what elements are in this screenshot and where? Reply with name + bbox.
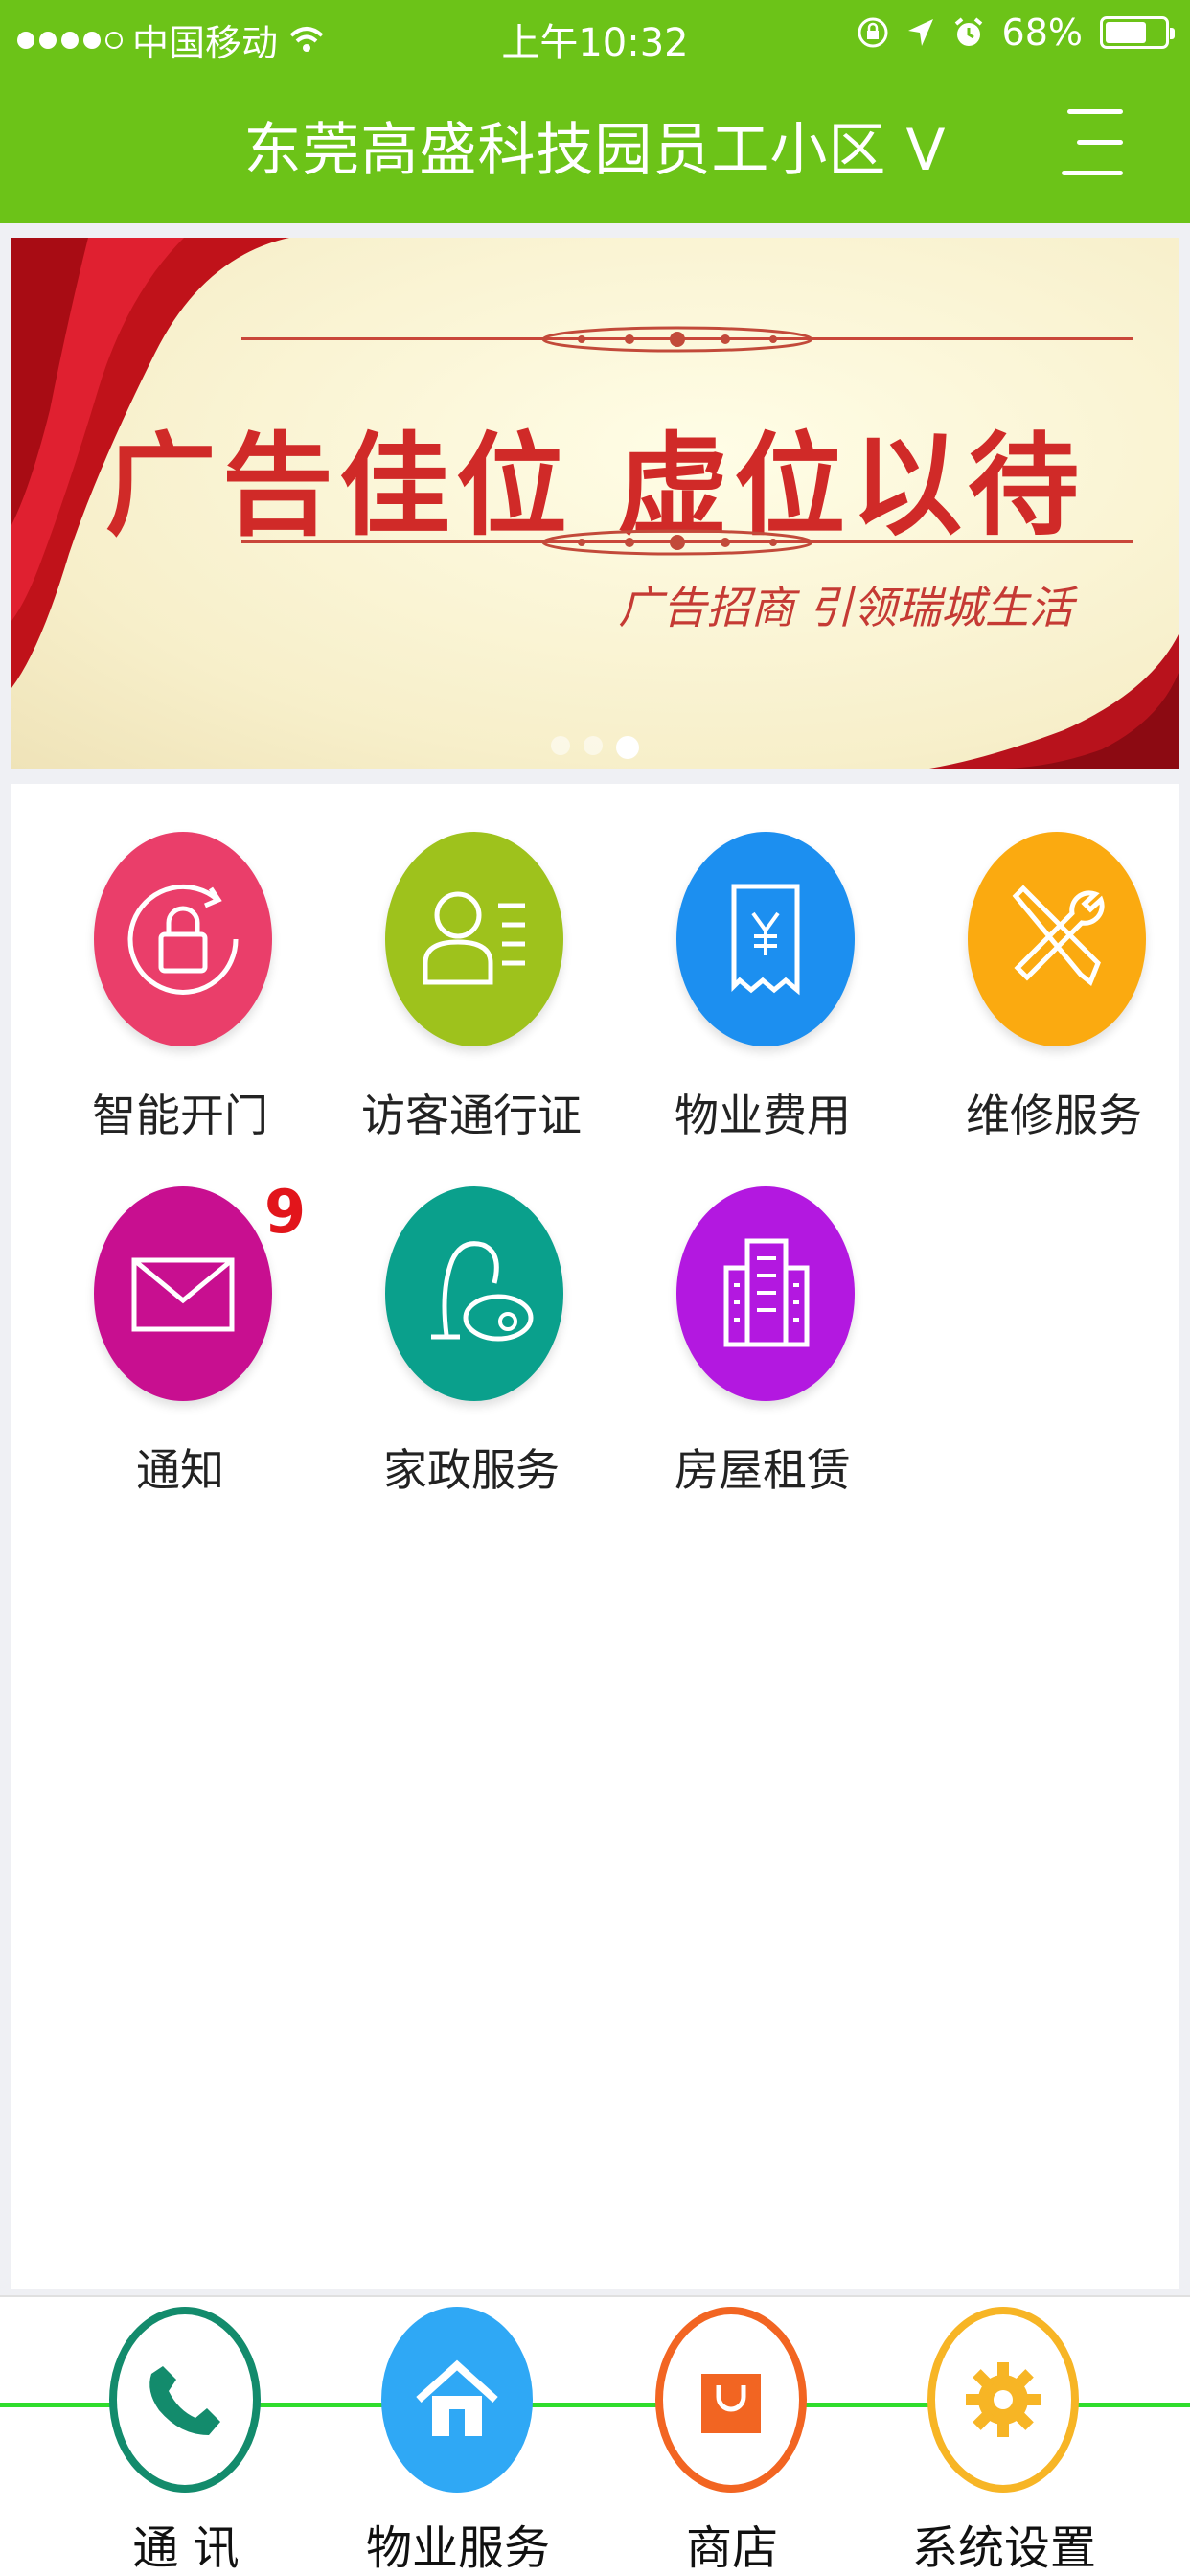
visitor-pass-icon	[385, 832, 563, 1046]
nav-settings[interactable]: 系统设置	[889, 2307, 1119, 2575]
service-repair[interactable]: 维修服务	[929, 784, 1179, 1141]
carousel-dot-active[interactable]	[616, 736, 639, 759]
building-icon	[676, 1186, 855, 1401]
service-label: 访客通行证	[361, 1090, 582, 1141]
carousel-indicator[interactable]	[11, 736, 1179, 759]
nav-shop[interactable]: 商店	[617, 2307, 847, 2575]
carousel-dot[interactable]	[551, 736, 570, 755]
door-lock-icon	[94, 832, 272, 1046]
service-smart-door[interactable]: 智能开门	[56, 784, 305, 1141]
rotation-lock-icon	[858, 17, 888, 48]
phone-icon	[109, 2307, 261, 2493]
bill-icon	[676, 832, 855, 1046]
ornament-top	[541, 326, 813, 353]
home-icon	[381, 2307, 533, 2493]
battery-icon	[1100, 16, 1175, 49]
hamburger-menu-icon[interactable]	[1062, 104, 1123, 180]
tools-icon	[968, 832, 1146, 1046]
carousel-dot[interactable]	[584, 736, 603, 755]
notification-badge: 9	[264, 1177, 307, 1247]
location-arrow-icon	[907, 19, 933, 46]
service-label: 通知	[136, 1444, 224, 1496]
bottom-nav: 通 讯 物业服务 商店 系统设置	[0, 2295, 1190, 2576]
status-bar: 中国移动 上午10:32 68%	[0, 0, 1190, 75]
banner-subline: 广告招商 引领瑞城生活	[618, 582, 1073, 633]
nav-label: 系统设置	[911, 2521, 1096, 2575]
battery-percent: 68%	[1001, 12, 1083, 54]
service-visitor-pass[interactable]: 访客通行证	[347, 784, 596, 1141]
nav-label: 物业服务	[365, 2521, 550, 2575]
services-panel: 智能开门 访客通行证 物业费用 维修服务 9 通知 家政服务 房屋租赁	[11, 784, 1179, 2288]
top-bar: 中国移动 上午10:32 68% 东莞高盛科技园员工小区 V	[0, 0, 1190, 223]
envelope-icon	[94, 1186, 272, 1401]
community-selector[interactable]: 东莞高盛科技园员工小区 V	[0, 104, 1190, 187]
service-label: 物业费用	[675, 1090, 851, 1141]
ad-banner[interactable]: 广告佳位 虚位以待 广告招商 引领瑞城生活	[11, 238, 1179, 769]
service-label: 维修服务	[966, 1090, 1142, 1141]
service-label: 房屋租赁	[675, 1444, 851, 1496]
nav-label: 通 讯	[132, 2521, 240, 2575]
nav-label: 商店	[685, 2521, 778, 2575]
gear-icon	[927, 2307, 1079, 2493]
service-label: 家政服务	[383, 1444, 560, 1496]
shopping-bag-icon	[655, 2307, 807, 2493]
vacuum-icon	[385, 1186, 563, 1401]
status-right: 68%	[857, 12, 1175, 54]
nav-contacts[interactable]: 通 讯	[71, 2307, 301, 2575]
alarm-icon	[954, 17, 982, 46]
service-notice[interactable]: 9 通知	[56, 1138, 307, 1496]
service-label: 智能开门	[92, 1090, 268, 1141]
service-property-fees[interactable]: 物业费用	[638, 784, 887, 1141]
service-rental[interactable]: 房屋租赁	[638, 1138, 887, 1496]
service-housekeeping[interactable]: 家政服务	[347, 1138, 596, 1496]
ornament-bottom	[541, 529, 813, 556]
nav-property-services[interactable]: 物业服务	[343, 2307, 573, 2575]
